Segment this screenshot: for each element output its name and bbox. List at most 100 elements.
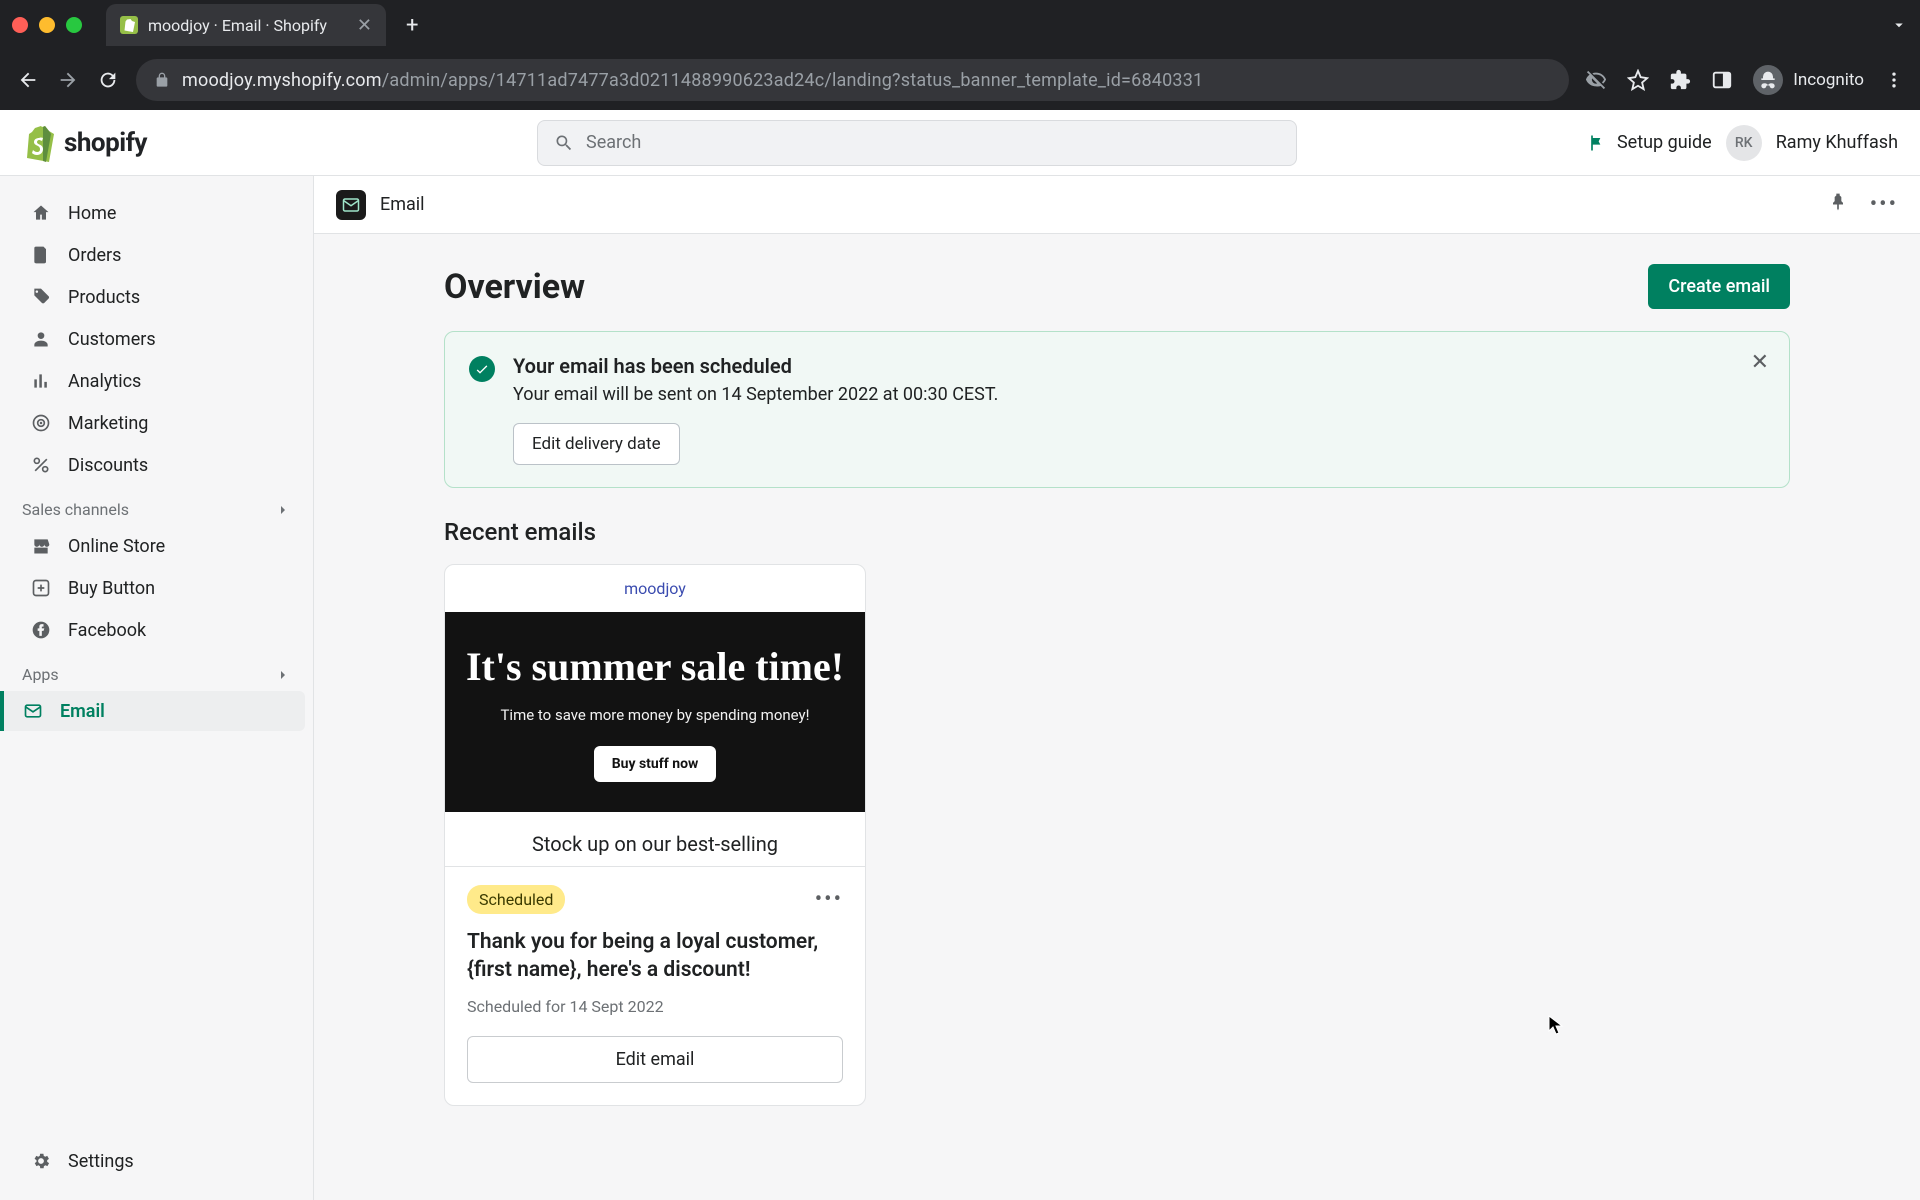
sidebar-item-online-store[interactable]: Online Store <box>8 526 305 566</box>
plus-square-icon <box>30 577 52 599</box>
preview-cta-button: Buy stuff now <box>594 746 717 782</box>
sidebar-item-label: Marketing <box>68 413 148 434</box>
search-icon <box>554 133 574 153</box>
store-icon <box>30 535 52 557</box>
sidebar-section-sales-channels[interactable]: Sales channels <box>0 486 313 525</box>
sidebar-item-label: Discounts <box>68 455 148 476</box>
sidebar-item-label: Buy Button <box>68 578 155 599</box>
sidebar-item-label: Email <box>60 701 105 722</box>
email-subject: Thank you for being a loyal customer, {f… <box>467 928 843 985</box>
setup-guide-link[interactable]: Setup guide <box>1587 132 1712 154</box>
sidebar-item-label: Orders <box>68 245 121 266</box>
sidebar-section-apps[interactable]: Apps <box>0 651 313 690</box>
page-title: Overview <box>444 267 585 307</box>
sidebar-item-label: Online Store <box>68 536 165 557</box>
preview-store-name: moodjoy <box>445 565 865 612</box>
close-window-icon[interactable] <box>12 17 28 33</box>
facebook-icon <box>30 619 52 641</box>
extensions-icon[interactable] <box>1669 69 1691 91</box>
incognito-indicator[interactable]: Incognito <box>1753 65 1864 95</box>
user-avatar[interactable]: RK <box>1726 125 1762 161</box>
email-icon <box>22 700 44 722</box>
card-body: Scheduled ••• Thank you for being a loya… <box>445 866 865 1105</box>
sidebar-item-facebook[interactable]: Facebook <box>8 610 305 650</box>
url-input[interactable]: moodjoy.myshopify.com/admin/apps/14711ad… <box>136 59 1569 101</box>
sidebar-item-discounts[interactable]: Discounts <box>8 445 305 485</box>
forward-button[interactable] <box>56 68 80 92</box>
search-input[interactable]: Search <box>537 120 1297 166</box>
banner-title: Your email has been scheduled <box>513 354 998 378</box>
search-placeholder: Search <box>586 132 641 153</box>
side-panel-icon[interactable] <box>1711 69 1733 91</box>
create-email-button[interactable]: Create email <box>1648 264 1790 309</box>
preview-hero-text: Time to save more money by spending mone… <box>465 706 845 724</box>
close-icon[interactable]: ✕ <box>1751 350 1769 375</box>
chevron-right-icon <box>275 502 291 518</box>
preview-hero: It's summer sale time! Time to save more… <box>445 612 865 812</box>
page-header: Overview Create email <box>444 264 1790 309</box>
window-controls[interactable] <box>12 17 82 33</box>
edit-email-button[interactable]: Edit email <box>467 1036 843 1083</box>
check-circle-icon <box>469 356 495 382</box>
pin-icon[interactable] <box>1828 192 1848 217</box>
analytics-icon <box>30 370 52 392</box>
shopify-favicon-icon <box>120 16 138 34</box>
back-button[interactable] <box>16 68 40 92</box>
browser-chrome: moodjoy · Email · Shopify ✕ + moodjoy.my… <box>0 0 1920 110</box>
sidebar-item-products[interactable]: Products <box>8 277 305 317</box>
sidebar-item-home[interactable]: Home <box>8 193 305 233</box>
shopify-topbar: shopify Search Setup guide RK Ramy Khuff… <box>0 110 1920 176</box>
preview-hero-title: It's summer sale time! <box>465 644 845 690</box>
card-more-icon[interactable]: ••• <box>815 887 843 912</box>
star-icon[interactable] <box>1627 69 1649 91</box>
more-actions-icon[interactable]: ••• <box>1870 192 1898 217</box>
schedule-text: Scheduled for 14 Sept 2022 <box>467 997 843 1016</box>
gear-icon <box>30 1150 52 1172</box>
tabs-dropdown-icon[interactable] <box>1890 16 1908 34</box>
sidebar-item-settings[interactable]: Settings <box>8 1141 305 1181</box>
sidebar-item-marketing[interactable]: Marketing <box>8 403 305 443</box>
user-name[interactable]: Ramy Khuffash <box>1776 132 1898 153</box>
sidebar-item-label: Facebook <box>68 620 146 641</box>
topbar-actions: Setup guide RK Ramy Khuffash <box>1587 125 1898 161</box>
lock-icon <box>154 72 170 88</box>
edit-delivery-date-button[interactable]: Edit delivery date <box>513 423 680 465</box>
sidebar-item-label: Products <box>68 287 140 308</box>
new-tab-button[interactable]: + <box>406 13 418 38</box>
orders-icon <box>30 244 52 266</box>
sidebar-item-orders[interactable]: Orders <box>8 235 305 275</box>
status-badge: Scheduled <box>467 885 565 914</box>
tab-bar: moodjoy · Email · Shopify ✕ + <box>0 0 1920 50</box>
tag-icon <box>30 286 52 308</box>
chrome-actions: Incognito <box>1585 65 1904 95</box>
main-content: Email ••• Overview Create email Your ema… <box>314 176 1920 1200</box>
sidebar-item-customers[interactable]: Customers <box>8 319 305 359</box>
person-icon <box>30 328 52 350</box>
tab-title: moodjoy · Email · Shopify <box>148 16 327 35</box>
browser-tab[interactable]: moodjoy · Email · Shopify ✕ <box>106 4 386 46</box>
shopify-wordmark: shopify <box>64 128 147 158</box>
app-header: Email ••• <box>314 176 1920 234</box>
flag-icon <box>1587 132 1607 154</box>
sidebar-item-buy-button[interactable]: Buy Button <box>8 568 305 608</box>
section-label: Sales channels <box>22 500 129 519</box>
sidebar-item-label: Home <box>68 203 116 224</box>
chrome-menu-icon[interactable] <box>1884 70 1904 90</box>
status-banner: Your email has been scheduled Your email… <box>444 331 1790 488</box>
sidebar-item-label: Settings <box>68 1151 134 1172</box>
sidebar-item-analytics[interactable]: Analytics <box>8 361 305 401</box>
sidebar-item-email[interactable]: Email <box>0 691 305 731</box>
maximize-window-icon[interactable] <box>66 17 82 33</box>
minimize-window-icon[interactable] <box>39 17 55 33</box>
email-app-icon <box>336 190 366 220</box>
email-preview: moodjoy It's summer sale time! Time to s… <box>445 565 865 866</box>
recent-emails-heading: Recent emails <box>444 518 1790 546</box>
email-card[interactable]: moodjoy It's summer sale time! Time to s… <box>444 564 866 1106</box>
close-tab-icon[interactable]: ✕ <box>357 15 372 36</box>
reload-button[interactable] <box>96 68 120 92</box>
chevron-right-icon <box>275 667 291 683</box>
shopify-logo[interactable]: shopify <box>22 124 147 162</box>
preview-sub-text: Stock up on our best-selling <box>445 812 865 866</box>
section-label: Apps <box>22 665 59 684</box>
eye-off-icon[interactable] <box>1585 69 1607 91</box>
